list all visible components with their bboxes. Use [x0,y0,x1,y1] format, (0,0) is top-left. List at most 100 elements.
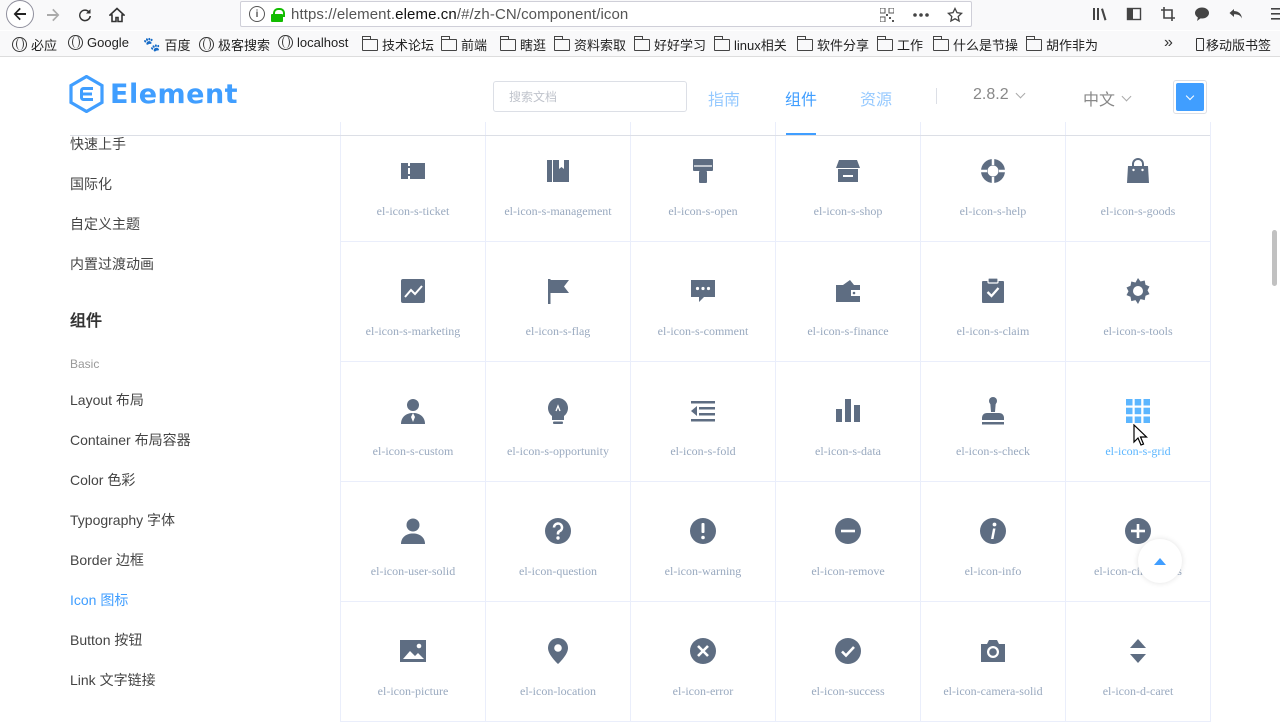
bookmark-item[interactable]: 好好学习 [634,35,706,54]
folder-icon [441,35,457,51]
bookmark-item[interactable]: 软件分享 [797,35,869,54]
icon-cell[interactable]: el-icon-warning [631,482,776,602]
icon-cell[interactable]: el-icon-user-solid [341,482,486,602]
forward-arrow-icon[interactable] [40,2,66,28]
language-dropdown[interactable]: 中文 [1083,86,1132,110]
icon-cell[interactable]: el-icon-s-comment [631,242,776,362]
sidebar-item-transition[interactable]: 内置过渡动画 [70,254,154,274]
s-help-icon [981,159,1005,183]
bookmark-item[interactable]: 极客搜索 [199,35,270,54]
page-scrollbar[interactable] [1272,230,1277,286]
icon-cell[interactable]: el-icon-success [776,602,921,722]
icon-label: el-icon-error [672,684,734,698]
icon-cell[interactable]: el-icon-camera-solid [921,602,1066,722]
qr-code-icon[interactable] [877,5,897,25]
bookmark-item[interactable]: linux相关 [714,35,787,54]
icon-cell[interactable]: el-icon-s-finance [776,242,921,362]
icon-cell[interactable]: el-icon-s-tools [1066,242,1211,362]
search-input[interactable]: 搜索文档 [493,81,687,112]
s-check-icon [982,397,1004,425]
bookmark-item[interactable]: 瞎逛 [500,35,546,54]
element-logo[interactable]: Element [69,75,238,113]
sidebar-item-container[interactable]: Container 布局容器 [70,430,191,450]
sidebar-item-icon[interactable]: Icon 图标 [70,590,128,610]
icon-label: el-icon-s-custom [372,444,454,458]
sidebar-toggle-icon[interactable] [1124,4,1144,24]
sidebar-item-i18n[interactable]: 国际化 [70,174,112,194]
bookmark-item[interactable]: 资料索取 [554,35,626,54]
sidebar-item-quickstart[interactable]: 快速上手 [70,134,126,154]
icon-cell[interactable]: el-icon-s-flag [486,242,631,362]
bookmark-label: 必应 [31,38,58,53]
bookmark-item[interactable]: 胡作非为 [1026,35,1098,54]
version-dropdown[interactable]: 2.8.2 [973,86,1026,104]
icon-label: el-icon-s-opportunity [507,444,609,458]
bookmark-item[interactable]: Google [68,35,129,50]
undo-icon[interactable] [1226,4,1246,24]
icon-cell[interactable]: el-icon-s-goods [1066,122,1211,242]
icon-cell[interactable]: el-icon-s-help [921,122,1066,242]
screenshot-icon[interactable] [1158,4,1178,24]
icon-cell[interactable]: el-icon-s-check [921,362,1066,482]
icon-cell[interactable]: el-icon-circle-plus [1066,482,1211,602]
chat-icon[interactable] [1192,4,1212,24]
info-icon[interactable]: i [249,6,265,22]
icon-cell[interactable]: el-icon-s-shop [776,122,921,242]
icon-cell[interactable]: el-icon-s-marketing [341,242,486,362]
icon-cell[interactable]: el-icon-s-open [631,122,776,242]
nav-resource[interactable]: 资源 [860,86,892,110]
icon-cell[interactable]: el-icon-question [486,482,631,602]
bookmark-item[interactable]: 工作 [877,35,923,54]
bookmark-item[interactable]: 技术论坛 [362,35,434,54]
icon-cell[interactable]: el-icon-s-custom [341,362,486,482]
theme-picker-button[interactable] [1173,80,1207,114]
url-text[interactable]: https://element.eleme.cn/#/zh-CN/compone… [291,6,628,23]
bookmark-label: 极客搜索 [218,38,271,53]
icon-cell[interactable]: el-icon-s-opportunity [486,362,631,482]
icon-cell[interactable]: el-icon-s-claim [921,242,1066,362]
icon-cell[interactable]: el-icon-error [631,602,776,722]
sidebar-item-typography[interactable]: Typography 字体 [70,510,175,530]
bookmark-item[interactable]: 必应 [12,35,57,54]
icon-label: el-icon-s-check [956,444,1030,458]
icon-cell[interactable]: el-icon-s-data [776,362,921,482]
icon-cell[interactable]: el-icon-info [921,482,1066,602]
icon-label: el-icon-s-goods [1100,204,1176,218]
sidebar-item-link[interactable]: Link 文字链接 [70,670,156,690]
icon-label: el-icon-s-shop [813,204,883,218]
sidebar-item-layout[interactable]: Layout 布局 [70,390,144,410]
icon-cell[interactable]: el-icon-s-ticket [341,122,486,242]
star-icon[interactable] [945,5,965,25]
nav-component[interactable]: 组件 [785,86,817,110]
url-bar[interactable]: i https://element.eleme.cn/#/zh-CN/compo… [240,1,972,27]
icon-cell[interactable]: el-icon-remove [776,482,921,602]
home-icon[interactable] [104,2,130,28]
bookmark-item[interactable]: 什么是节操 [933,35,1018,54]
s-finance-icon [836,280,860,302]
error-icon [690,638,716,664]
icon-cell[interactable]: el-icon-s-management [486,122,631,242]
more-dots-icon[interactable] [911,5,931,25]
sidebar-item-color[interactable]: Color 色彩 [70,470,135,490]
library-icon[interactable] [1090,4,1110,24]
bookmark-item[interactable]: 🐾 百度 [143,35,190,54]
icon-cell[interactable]: el-icon-location [486,602,631,722]
mobile-bookmarks[interactable]: 移动版书签 [1196,35,1271,54]
nav-guide[interactable]: 指南 [708,86,740,110]
menu-icon[interactable] [1268,4,1280,24]
bookmarks-overflow-button[interactable]: » [1164,34,1173,52]
bookmark-item[interactable]: localhost [278,35,348,50]
user-solid-icon [401,518,425,544]
sidebar-item-button[interactable]: Button 按钮 [70,630,142,650]
back-arrow-icon[interactable] [6,0,34,28]
icon-cell[interactable]: el-icon-s-fold [631,362,776,482]
location-icon [548,638,568,664]
sidebar-item-custom-theme[interactable]: 自定义主题 [70,214,140,234]
sidebar-item-border[interactable]: Border 边框 [70,550,144,570]
icon-cell[interactable]: el-icon-picture [341,602,486,722]
icon-cell[interactable]: el-icon-s-grid [1066,362,1211,482]
reload-icon[interactable] [72,2,98,28]
bookmark-item[interactable]: 前端 [441,35,487,54]
back-to-top-button[interactable] [1138,539,1182,583]
icon-cell[interactable]: el-icon-d-caret [1066,602,1211,722]
